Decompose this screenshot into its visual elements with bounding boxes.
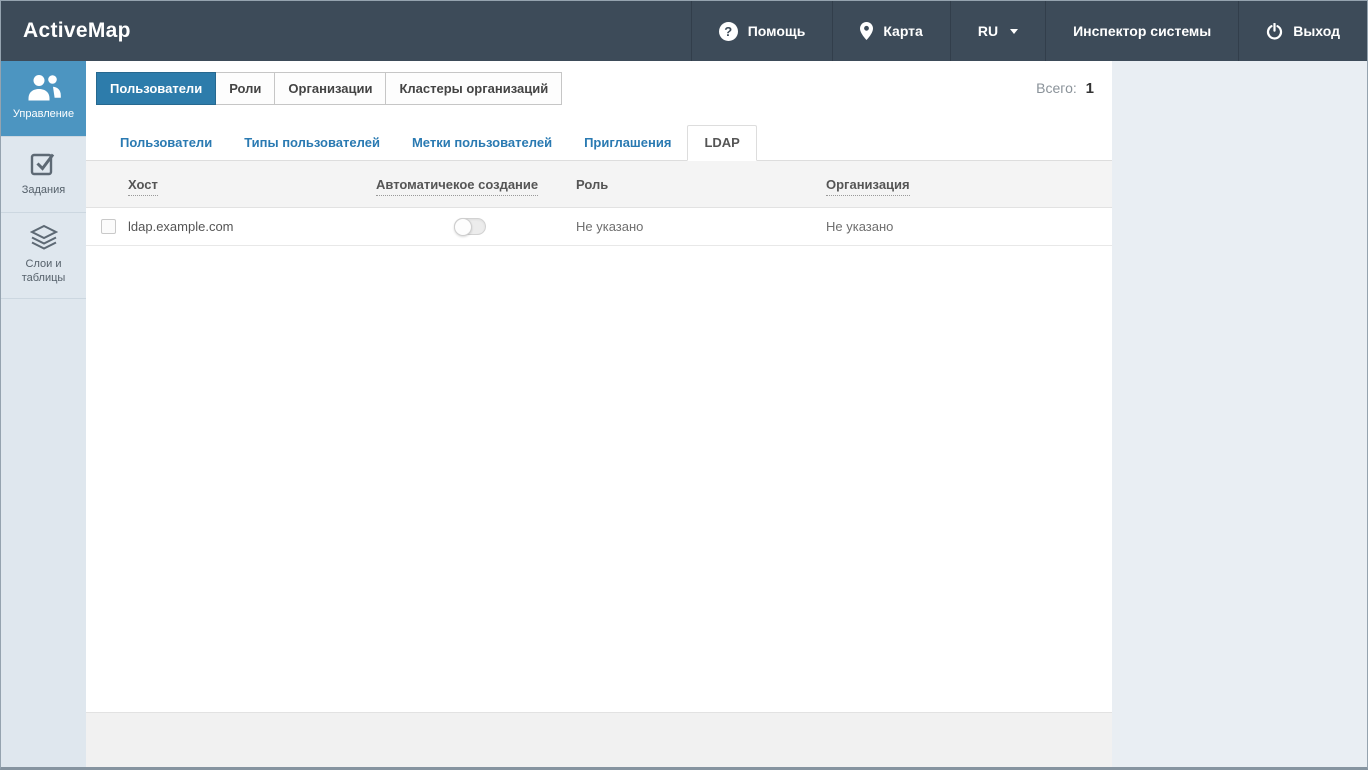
language-label: RU xyxy=(978,23,998,39)
sidebar-item-layers[interactable]: Слои и таблицы xyxy=(1,213,86,299)
toggle-knob xyxy=(454,218,472,236)
total-value: 1 xyxy=(1086,80,1094,97)
primary-tabs: Пользователи Роли Организации Кластеры о… xyxy=(86,61,1112,105)
column-header-host-label[interactable]: Хост xyxy=(128,177,158,196)
help-icon: ? xyxy=(719,22,738,41)
topnav: ? Помощь Карта RU Инспектор системы xyxy=(691,1,1367,61)
subtab-user-labels[interactable]: Метки пользователей xyxy=(396,126,568,160)
main-content: Пользователи Роли Организации Кластеры о… xyxy=(86,61,1112,767)
layers-icon xyxy=(30,224,58,251)
chevron-down-icon xyxy=(1010,29,1018,34)
users-group-icon xyxy=(26,74,62,101)
column-header-host: Хост xyxy=(128,177,376,192)
column-header-role: Роль xyxy=(576,177,826,192)
sidebar-item-management[interactable]: Управление xyxy=(1,61,86,137)
column-header-role-label: Роль xyxy=(576,177,608,192)
app-logo: ActiveMap xyxy=(1,1,153,61)
row-checkbox[interactable] xyxy=(101,219,116,234)
total-label: Всего: xyxy=(1036,80,1077,96)
topnav-map[interactable]: Карта xyxy=(832,1,950,61)
sidebar-item-label: Слои и таблицы xyxy=(5,258,82,286)
topnav-help[interactable]: ? Помощь xyxy=(691,1,833,61)
subtab-users[interactable]: Пользователи xyxy=(104,126,228,160)
map-pin-icon xyxy=(860,22,873,40)
total-counter: Всего: 1 xyxy=(1036,72,1094,97)
cell-role: Не указано xyxy=(576,219,826,234)
activemap-window: ActiveMap ? Помощь Карта RU xyxy=(0,0,1368,770)
auto-create-toggle[interactable] xyxy=(454,218,486,235)
language-selector[interactable]: RU xyxy=(950,1,1045,61)
topbar: ActiveMap ? Помощь Карта RU xyxy=(1,1,1367,61)
sidebar-item-tasks[interactable]: Задания xyxy=(1,137,86,213)
subtab-ldap[interactable]: LDAP xyxy=(687,125,756,161)
checkbox-check-icon xyxy=(30,150,57,177)
table-row[interactable]: ldap.example.com Не указано Не указано xyxy=(86,208,1112,246)
topnav-system-inspector[interactable]: Инспектор системы xyxy=(1045,1,1238,61)
topnav-logout-label: Выход xyxy=(1293,23,1340,39)
footer-bar xyxy=(86,712,1112,767)
sidebar-item-label: Задания xyxy=(22,184,65,198)
page-body: Управление Задания xyxy=(1,61,1367,767)
topnav-inspector-label: Инспектор системы xyxy=(1073,23,1211,39)
table-empty-space xyxy=(86,246,1112,712)
row-checkbox-cell xyxy=(86,219,128,234)
table-header: Хост Автоматичекое создание Роль Организ… xyxy=(86,161,1112,208)
tab-users[interactable]: Пользователи xyxy=(96,72,216,105)
sidebar: Управление Задания xyxy=(1,61,86,767)
column-header-organization-label[interactable]: Организация xyxy=(826,177,910,196)
subtab-invitations[interactable]: Приглашения xyxy=(568,126,687,160)
sidebar-item-label: Управление xyxy=(13,108,74,122)
tab-roles[interactable]: Роли xyxy=(215,72,275,105)
column-header-auto-create-label[interactable]: Автоматичекое создание xyxy=(376,177,538,196)
tab-organization-clusters[interactable]: Кластеры организаций xyxy=(385,72,562,105)
topnav-map-label: Карта xyxy=(883,23,923,39)
topnav-help-label: Помощь xyxy=(748,23,806,39)
cell-host: ldap.example.com xyxy=(128,219,376,234)
cell-organization: Не указано xyxy=(826,219,1112,234)
subtab-user-types[interactable]: Типы пользователей xyxy=(228,126,396,160)
power-icon xyxy=(1266,23,1283,40)
secondary-tabs: Пользователи Типы пользователей Метки по… xyxy=(86,125,1112,161)
column-header-auto-create: Автоматичекое создание xyxy=(376,177,576,192)
right-gutter xyxy=(1112,61,1367,767)
topnav-logout[interactable]: Выход xyxy=(1238,1,1367,61)
column-header-organization: Организация xyxy=(826,177,1112,192)
tab-organizations[interactable]: Организации xyxy=(274,72,386,105)
cell-auto-create xyxy=(376,218,576,235)
